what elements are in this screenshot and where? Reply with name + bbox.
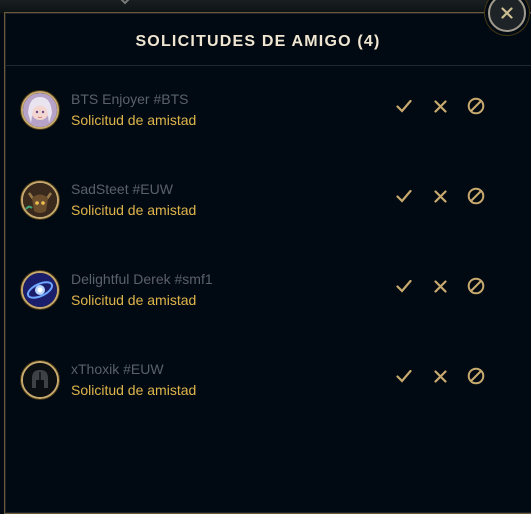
accept-button[interactable]: [393, 95, 415, 117]
avatar: [21, 361, 59, 399]
request-status: Solicitud de amistad: [71, 382, 197, 398]
accept-button[interactable]: [393, 185, 415, 207]
blue-vortex-avatar-icon: [23, 273, 57, 307]
block-icon: [467, 97, 485, 115]
avatar: [21, 91, 59, 129]
friend-name: xThoxik #EUW: [71, 361, 164, 377]
x-icon: [433, 279, 447, 293]
friend-requests-dialog: SOLICITUDES DE AMIGO (4) BTS Enjoyer #BT…: [4, 12, 531, 514]
check-icon: [396, 369, 412, 383]
friend-name: Delightful Derek #smf1: [71, 271, 213, 287]
x-icon: [433, 189, 447, 203]
block-button[interactable]: [465, 185, 487, 207]
accept-button[interactable]: [393, 275, 415, 297]
decline-button[interactable]: [429, 185, 451, 207]
friend-request-row: Delightful Derek #smf1 Solicitud de amis…: [5, 271, 531, 361]
chevron-down-icon: [120, 0, 130, 5]
block-button[interactable]: [465, 95, 487, 117]
close-icon: [501, 7, 513, 19]
block-button[interactable]: [465, 365, 487, 387]
decline-button[interactable]: [429, 95, 451, 117]
dialog-title: SOLICITUDES DE AMIGO (4): [135, 33, 381, 50]
demon-mask-avatar-icon: [23, 183, 57, 217]
decline-button[interactable]: [429, 365, 451, 387]
check-icon: [396, 189, 412, 203]
block-icon: [467, 277, 485, 295]
friend-name: BTS Enjoyer #BTS: [71, 91, 189, 107]
friend-request-row: xThoxik #EUW Solicitud de amistad: [5, 361, 531, 451]
avatar: [21, 271, 59, 309]
block-icon: [467, 367, 485, 385]
request-status: Solicitud de amistad: [71, 112, 197, 128]
helmet-avatar-icon: [23, 363, 57, 397]
friend-request-row: SadSteet #EUW Solicitud de amistad: [5, 181, 531, 271]
x-icon: [433, 99, 447, 113]
avatar: [21, 181, 59, 219]
accept-button[interactable]: [393, 365, 415, 387]
friend-request-row: BTS Enjoyer #BTS Solicitud de amistad: [5, 91, 531, 181]
friend-name: SadSteet #EUW: [71, 181, 173, 197]
block-button[interactable]: [465, 275, 487, 297]
request-status: Solicitud de amistad: [71, 292, 197, 308]
request-status: Solicitud de amistad: [71, 202, 197, 218]
anime-girl-avatar-icon: [23, 93, 57, 127]
dialog-header: SOLICITUDES DE AMIGO (4): [5, 13, 531, 66]
check-icon: [396, 279, 412, 293]
decline-button[interactable]: [429, 275, 451, 297]
check-icon: [396, 99, 412, 113]
x-icon: [433, 369, 447, 383]
block-icon: [467, 187, 485, 205]
